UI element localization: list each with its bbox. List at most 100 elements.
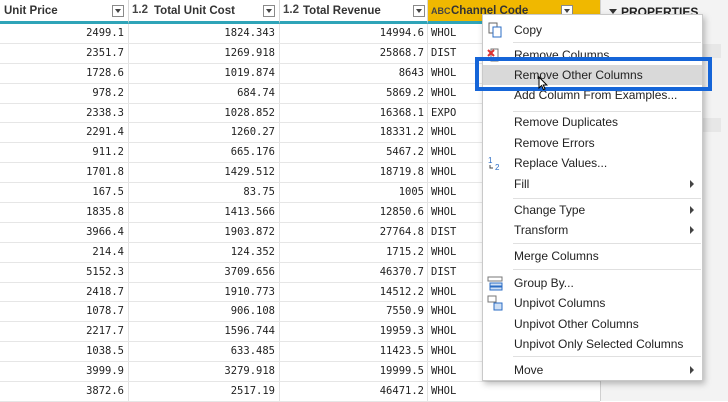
table-cell[interactable]: 25868.7 bbox=[279, 47, 424, 59]
table-cell[interactable]: 1413.566 bbox=[128, 206, 275, 218]
submenu-arrow-icon bbox=[690, 206, 694, 214]
menu-item-label: Group By... bbox=[514, 276, 574, 290]
table-cell[interactable]: 8643 bbox=[279, 67, 424, 79]
table-cell[interactable]: 1835.8 bbox=[0, 206, 124, 218]
table-cell[interactable]: 18331.2 bbox=[279, 126, 424, 138]
table-cell[interactable]: 1038.5 bbox=[0, 345, 124, 357]
column-dropdown-icon[interactable] bbox=[413, 5, 425, 17]
decimal-type-icon[interactable]: 1.2 bbox=[132, 4, 148, 16]
table-cell[interactable]: 124.352 bbox=[128, 246, 275, 258]
menu-item-remove-errors[interactable]: Remove Errors bbox=[483, 133, 702, 153]
table-cell[interactable]: 684.74 bbox=[128, 87, 275, 99]
table-cell[interactable]: 19959.3 bbox=[279, 325, 424, 337]
table-cell[interactable]: 1269.918 bbox=[128, 47, 275, 59]
svg-text:2: 2 bbox=[495, 163, 500, 171]
menu-separator bbox=[513, 198, 701, 199]
table-cell[interactable]: 1429.512 bbox=[128, 166, 275, 178]
menu-item-transform[interactable]: Transform bbox=[483, 220, 702, 240]
menu-item-label: Unpivot Only Selected Columns bbox=[514, 337, 684, 351]
table-cell[interactable]: 1728.6 bbox=[0, 67, 124, 79]
menu-item-label: Remove Errors bbox=[514, 136, 595, 150]
table-cell[interactable]: 14994.6 bbox=[279, 27, 424, 39]
text-type-icon[interactable]: ABC bbox=[431, 6, 451, 16]
table-cell[interactable]: 214.4 bbox=[0, 246, 124, 258]
table-cell[interactable]: 167.5 bbox=[0, 186, 124, 198]
table-cell[interactable]: 906.108 bbox=[128, 305, 275, 317]
table-cell[interactable]: 2351.7 bbox=[0, 47, 124, 59]
table-cell[interactable]: 3966.4 bbox=[0, 226, 124, 238]
menu-item-replace-values[interactable]: 12 Replace Values... bbox=[483, 153, 702, 173]
table-cell[interactable]: 911.2 bbox=[0, 146, 124, 158]
copy-icon bbox=[487, 22, 503, 38]
unpivot-columns-icon bbox=[487, 295, 503, 311]
menu-item-unpivot-columns[interactable]: Unpivot Columns bbox=[483, 293, 702, 313]
mouse-pointer-icon bbox=[538, 76, 548, 91]
table-cell[interactable]: 2338.3 bbox=[0, 107, 124, 119]
table-cell[interactable]: 1903.872 bbox=[128, 226, 275, 238]
table-cell[interactable]: 1005 bbox=[279, 186, 424, 198]
menu-item-change-type[interactable]: Change Type bbox=[483, 200, 702, 220]
column-header-unit-price[interactable]: Unit Price bbox=[0, 0, 128, 24]
table-cell[interactable]: 16368.1 bbox=[279, 107, 424, 119]
table-cell[interactable]: 1596.744 bbox=[128, 325, 275, 337]
table-cell[interactable]: 2291.4 bbox=[0, 126, 124, 138]
table-cell[interactable]: WHOL bbox=[431, 385, 597, 398]
table-cell[interactable]: 1715.2 bbox=[279, 246, 424, 258]
table-cell[interactable]: 1260.27 bbox=[128, 126, 275, 138]
column-header-label: Total Revenue bbox=[303, 5, 381, 17]
menu-item-remove-duplicates[interactable]: Remove Duplicates bbox=[483, 112, 702, 132]
table-cell[interactable]: 14512.2 bbox=[279, 286, 424, 298]
table-cell[interactable]: 1028.852 bbox=[128, 107, 275, 119]
table-cell[interactable]: 18719.8 bbox=[279, 166, 424, 178]
menu-separator bbox=[513, 269, 701, 270]
table-cell[interactable]: 3872.6 bbox=[0, 385, 124, 397]
menu-item-label: Merge Columns bbox=[514, 249, 599, 263]
submenu-arrow-icon bbox=[690, 180, 694, 188]
table-cell[interactable]: 665.176 bbox=[128, 146, 275, 158]
menu-item-unpivot-other-columns[interactable]: Unpivot Other Columns bbox=[483, 314, 702, 334]
menu-item-merge-columns[interactable]: Merge Columns bbox=[483, 246, 702, 266]
menu-item-unpivot-only-selected-columns[interactable]: Unpivot Only Selected Columns bbox=[483, 334, 702, 354]
column-dropdown-icon[interactable] bbox=[112, 5, 124, 17]
table-cell[interactable]: 3709.656 bbox=[128, 266, 275, 278]
menu-item-copy[interactable]: Copy bbox=[483, 20, 702, 40]
table-cell[interactable]: 46471.2 bbox=[279, 385, 424, 397]
menu-item-group-by[interactable]: Group By... bbox=[483, 273, 702, 293]
table-cell[interactable]: 1910.773 bbox=[128, 286, 275, 298]
column-header-total-revenue[interactable]: 1.2 Total Revenue bbox=[279, 0, 427, 24]
table-cell[interactable]: 2517.19 bbox=[128, 385, 275, 397]
table-row[interactable]: 3872.6 2517.19 46471.2 WHOL bbox=[0, 382, 600, 402]
table-cell[interactable]: 1019.874 bbox=[128, 67, 275, 79]
table-cell[interactable]: 5869.2 bbox=[279, 87, 424, 99]
table-cell[interactable]: 3279.918 bbox=[128, 365, 275, 377]
table-cell[interactable]: 1824.343 bbox=[128, 27, 275, 39]
table-cell[interactable]: 1078.7 bbox=[0, 305, 124, 317]
table-cell[interactable]: 12850.6 bbox=[279, 206, 424, 218]
column-header-label: Total Unit Cost bbox=[154, 5, 235, 17]
table-cell[interactable]: 633.485 bbox=[128, 345, 275, 357]
menu-separator bbox=[513, 243, 701, 244]
table-cell[interactable]: 7550.9 bbox=[279, 305, 424, 317]
replace-values-icon: 12 bbox=[487, 155, 503, 172]
table-cell[interactable]: 2499.1 bbox=[0, 27, 124, 39]
submenu-arrow-icon bbox=[690, 226, 694, 234]
table-cell[interactable]: 978.2 bbox=[0, 87, 124, 99]
column-header-total-unit-cost[interactable]: 1.2 Total Unit Cost bbox=[128, 0, 279, 24]
table-cell[interactable]: 1701.8 bbox=[0, 166, 124, 178]
menu-item-fill[interactable]: Fill bbox=[483, 174, 702, 194]
table-cell[interactable]: 3999.9 bbox=[0, 365, 124, 377]
column-dropdown-icon[interactable] bbox=[263, 5, 275, 17]
table-cell[interactable]: 46370.7 bbox=[279, 266, 424, 278]
table-cell[interactable]: 19999.5 bbox=[279, 365, 424, 377]
menu-item-label: Unpivot Other Columns bbox=[514, 317, 639, 331]
table-cell[interactable]: 83.75 bbox=[128, 186, 275, 198]
menu-item-label: Remove Duplicates bbox=[514, 115, 619, 129]
menu-item-move[interactable]: Move bbox=[483, 360, 702, 380]
decimal-type-icon[interactable]: 1.2 bbox=[283, 4, 299, 16]
table-cell[interactable]: 27764.8 bbox=[279, 226, 424, 238]
table-cell[interactable]: 11423.5 bbox=[279, 345, 424, 357]
table-cell[interactable]: 2418.7 bbox=[0, 286, 124, 298]
table-cell[interactable]: 5152.3 bbox=[0, 266, 124, 278]
table-cell[interactable]: 5467.2 bbox=[279, 146, 424, 158]
table-cell[interactable]: 2217.7 bbox=[0, 325, 124, 337]
